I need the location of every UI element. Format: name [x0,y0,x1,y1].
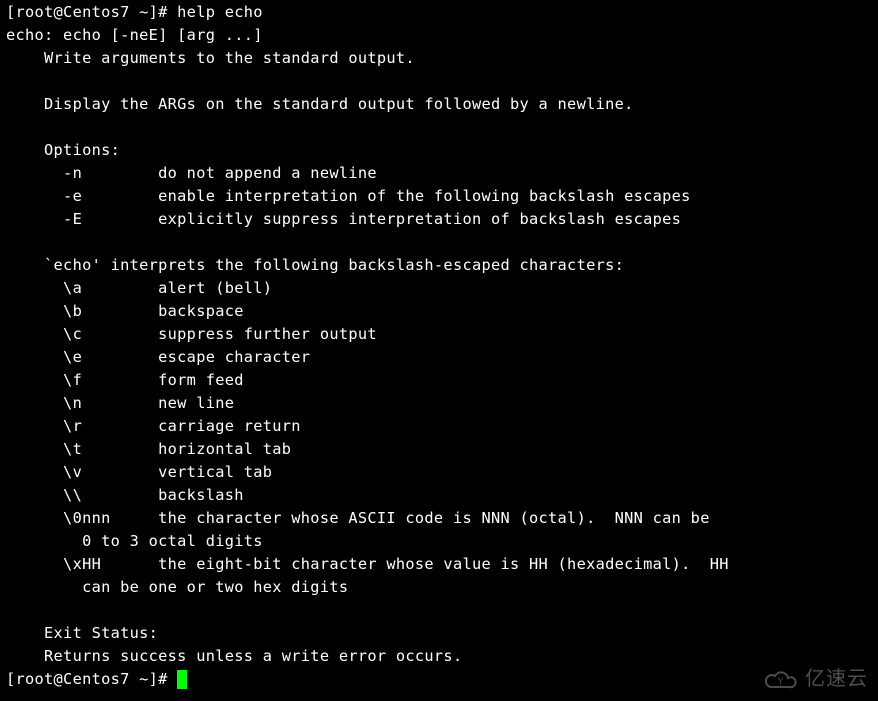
option-e: -e enable interpretation of the followin… [6,185,872,208]
prompt-line-idle[interactable]: [root@Centos7 ~]# [6,668,872,691]
prompt-line: [root@Centos7 ~]# help echo [6,1,872,24]
option-n: -n do not append a newline [6,162,872,185]
blank [6,231,872,254]
option-E: -E explicitly suppress interpretation of… [6,208,872,231]
exit-status-header: Exit Status: [6,622,872,645]
blank [6,116,872,139]
watermark: Y 亿速云 [763,668,868,691]
summary: Write arguments to the standard output. [6,47,872,70]
escape-b: \b backspace [6,300,872,323]
cloud-icon: Y [763,669,799,691]
escape-hex: \xHH the eight-bit character whose value… [6,553,872,576]
prompt: [root@Centos7 ~]# [6,670,177,688]
escape-hex-cont: can be one or two hex digits [6,576,872,599]
options-header: Options: [6,139,872,162]
escape-t: \t horizontal tab [6,438,872,461]
escape-backslash: \\ backslash [6,484,872,507]
svg-text:Y: Y [777,676,784,686]
synopsis: echo: echo [-neE] [arg ...] [6,24,872,47]
prompt: [root@Centos7 ~]# [6,3,177,21]
escape-c: \c suppress further output [6,323,872,346]
exit-status-text: Returns success unless a write error occ… [6,645,872,668]
escape-e: \e escape character [6,346,872,369]
escape-octal-cont: 0 to 3 octal digits [6,530,872,553]
description: Display the ARGs on the standard output … [6,93,872,116]
blank [6,599,872,622]
escape-v: \v vertical tab [6,461,872,484]
terminal-window[interactable]: [root@Centos7 ~]# help echo echo: echo [… [6,1,872,691]
blank [6,70,872,93]
escapes-header: `echo' interprets the following backslas… [6,254,872,277]
escape-r: \r carriage return [6,415,872,438]
escape-octal: \0nnn the character whose ASCII code is … [6,507,872,530]
escape-n: \n new line [6,392,872,415]
escape-a: \a alert (bell) [6,277,872,300]
entered-command: help echo [177,3,263,21]
escape-f: \f form feed [6,369,872,392]
watermark-text: 亿速云 [805,668,868,691]
cursor-block [177,670,187,689]
